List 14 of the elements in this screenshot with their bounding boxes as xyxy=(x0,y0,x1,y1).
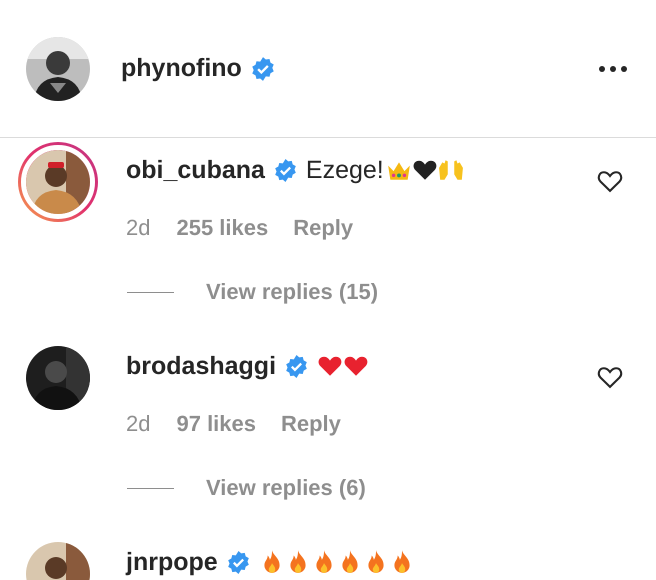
reply-button[interactable]: Reply xyxy=(281,411,341,437)
comment-time: 2d xyxy=(126,411,150,437)
view-replies-button[interactable]: View replies (6) xyxy=(206,475,366,501)
username[interactable]: obi_cubana xyxy=(126,156,265,184)
username[interactable]: brodashaggi xyxy=(126,352,276,380)
more-icon[interactable] xyxy=(598,64,628,72)
reply-button[interactable]: Reply xyxy=(293,215,354,241)
likes-count[interactable]: 255 likes xyxy=(176,215,268,241)
comment-time: 2d xyxy=(126,215,150,241)
likes-count[interactable]: 97 likes xyxy=(176,411,256,437)
username[interactable]: phynofino xyxy=(121,54,242,83)
view-replies-button[interactable]: View replies (15) xyxy=(206,279,378,305)
comment-text: Ezege! xyxy=(306,156,384,184)
username[interactable]: jnrpope xyxy=(126,548,218,576)
